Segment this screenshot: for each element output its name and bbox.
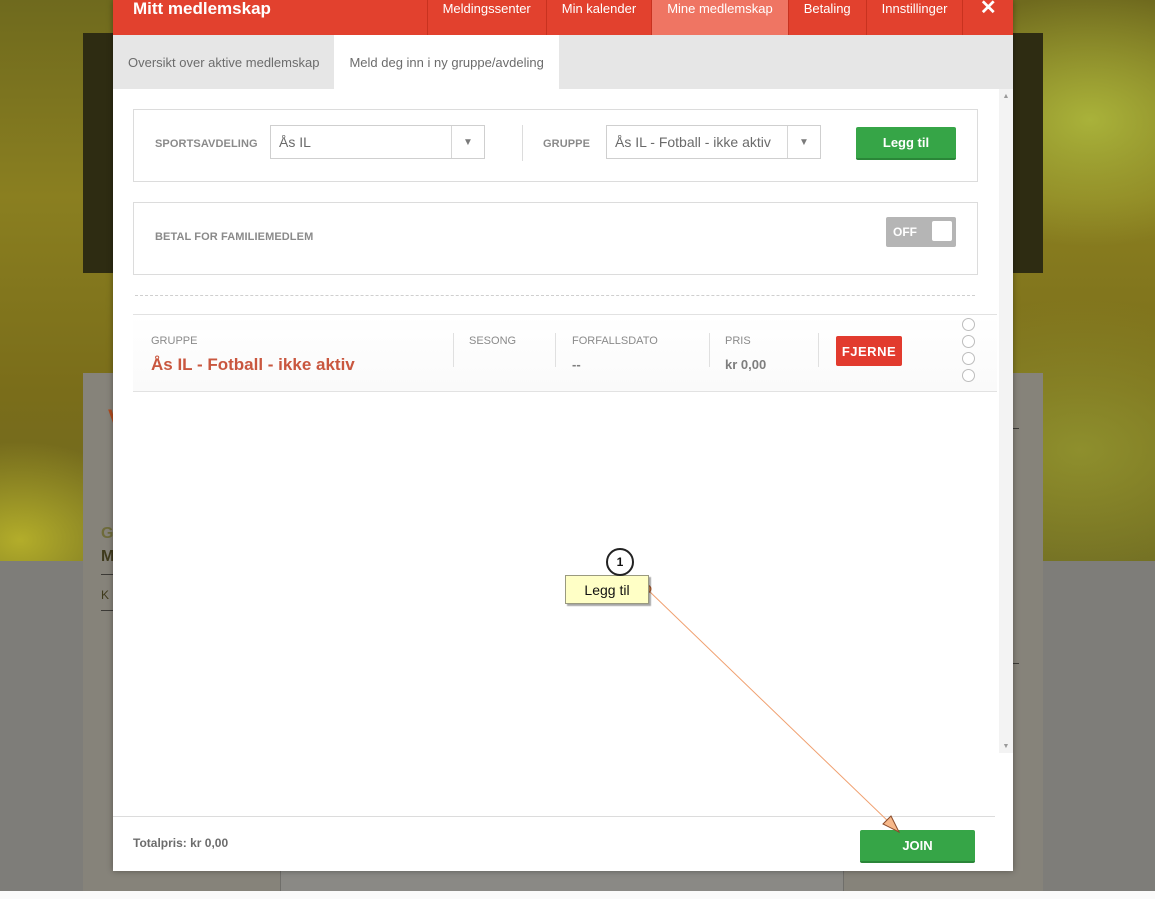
annotation-arrow-line [647,589,894,827]
annotation-step-badge: 1 [606,548,634,576]
annotation-callout: Legg til [565,575,649,604]
annotation-arrow [642,584,901,834]
